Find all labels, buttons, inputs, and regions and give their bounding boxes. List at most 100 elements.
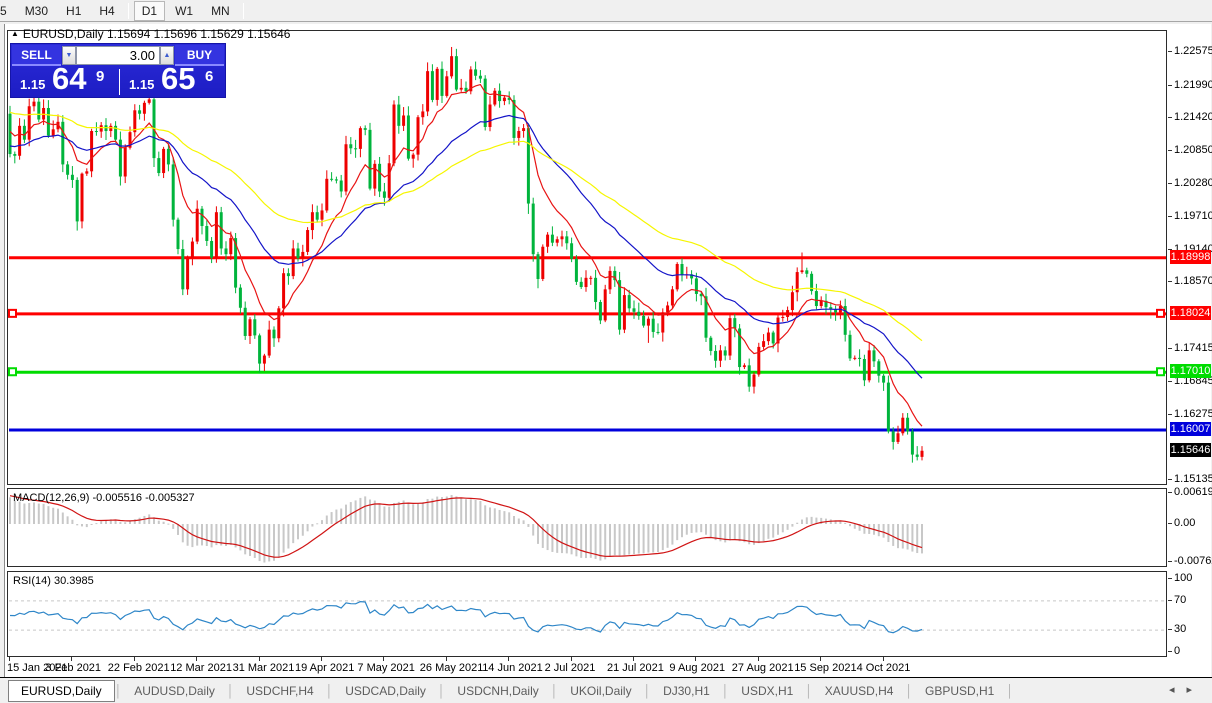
chart-tab-audusd[interactable]: AUDUSD,Daily xyxy=(122,681,227,701)
axis-tick xyxy=(1168,347,1172,349)
macd-label: MACD(12,26,9) -0.005516 -0.005327 xyxy=(13,492,195,504)
date-tick xyxy=(757,657,759,661)
axis-price-label: -0.007621 xyxy=(1174,554,1212,567)
axis-price-label: 0 xyxy=(1174,645,1181,657)
date-label: 9 Aug 2021 xyxy=(669,662,726,674)
chart-tab-usdcnh[interactable]: USDCNH,Daily xyxy=(445,681,550,701)
timeframe-button-5[interactable]: 5 xyxy=(0,1,15,21)
axis-tick xyxy=(1168,182,1172,184)
axis-price-label: 0.00 xyxy=(1174,517,1196,529)
date-axis[interactable]: 15 Jan 2021 3 Feb 2021 22 Feb 2021 12 Mar 2… xyxy=(7,657,1167,677)
tab-separator: │ xyxy=(1006,683,1014,698)
axis-price-label: 70 xyxy=(1174,593,1187,606)
price-chart-pane[interactable] xyxy=(7,30,1167,485)
date-label: 4 Oct 2021 xyxy=(856,662,911,674)
date-label: 14 Jun 2021 xyxy=(482,662,543,674)
timeframe-button-h4[interactable]: H4 xyxy=(91,1,122,21)
line-price-label: 1.18024 xyxy=(1170,305,1211,320)
axis-tick xyxy=(1168,117,1172,119)
timeframe-button-h1[interactable]: H1 xyxy=(58,1,89,21)
tab-scroll-arrows[interactable]: ◂▸ xyxy=(1169,683,1204,696)
chart-tab-eurusd[interactable]: EURUSD,Daily xyxy=(8,679,115,702)
date-tick xyxy=(633,657,634,661)
axis-tick xyxy=(1168,599,1172,601)
date-label: 19 Apr 2021 xyxy=(295,662,355,674)
axis-price-label: 1.18570 xyxy=(1174,275,1212,288)
macd-pane[interactable]: MACD(12,26,9) -0.005516 -0.005327 xyxy=(7,488,1167,567)
axis-price-label: 1.19710 xyxy=(1174,209,1212,222)
axis-price-label: 100 xyxy=(1174,572,1193,584)
tab-separator: │ xyxy=(550,683,559,698)
toolbar-separator xyxy=(127,2,129,19)
line-price-label: 1.18998 xyxy=(1170,249,1211,264)
timeframe-button-m30[interactable]: M30 xyxy=(17,1,56,21)
collapse-icon[interactable]: ▲ xyxy=(11,29,19,38)
axis-tick xyxy=(1168,560,1172,562)
axis-tick xyxy=(1168,380,1172,382)
buy-price-display[interactable]: 1.15 65 6 xyxy=(121,61,225,96)
tab-separator: │ xyxy=(226,683,235,698)
axis-tick xyxy=(1168,50,1172,52)
volume-input[interactable]: 3.00 xyxy=(76,46,160,65)
timeframe-button-mn[interactable]: MN xyxy=(203,1,238,21)
chart-tab-usdcad[interactable]: USDCAD,Daily xyxy=(333,681,438,701)
sell-price-display[interactable]: 1.15 64 9 xyxy=(12,61,116,96)
axis-price-label: 30 xyxy=(1174,623,1187,636)
axis-tick xyxy=(1168,413,1172,415)
axis-tick xyxy=(1168,578,1172,579)
date-tick xyxy=(570,657,572,661)
tab-separator: │ xyxy=(114,683,123,698)
tab-separator: │ xyxy=(805,683,813,698)
date-tick xyxy=(133,657,135,661)
axis-price-label: 1.21420 xyxy=(1174,111,1212,124)
tab-separator: │ xyxy=(325,683,334,698)
date-label: 3 Feb 2021 xyxy=(45,662,102,674)
price-axis[interactable]: 1.22575 1.21990 1.21420 1.20850 1.20280 1.197… xyxy=(1168,24,1212,677)
one-click-trade-panel: SELL ▼ 3.00 ▲ BUY 1.15 64 9 1.15 65 6 xyxy=(10,43,226,98)
chart-symbol-label: EURUSD,Daily xyxy=(22,27,104,41)
date-tick xyxy=(882,657,884,661)
axis-tick xyxy=(1168,281,1172,283)
chart-tab-ukoil[interactable]: UKOil,Daily xyxy=(558,681,643,701)
date-label: 15 Sep 2021 xyxy=(794,662,857,674)
current-price-label: 1.15646 xyxy=(1170,442,1211,457)
timeframe-button-d1[interactable]: D1 xyxy=(133,0,166,21)
trade-panel-divider xyxy=(119,69,120,95)
axis-price-label: 1.15135 xyxy=(1174,473,1212,486)
date-label: 7 May 2021 xyxy=(357,662,415,674)
date-tick xyxy=(321,657,322,661)
date-tick xyxy=(258,657,260,661)
axis-price-label: 0.006193 xyxy=(1174,486,1212,499)
date-tick xyxy=(9,657,10,661)
chart-tab-dj30[interactable]: DJ30,H1 xyxy=(651,681,722,701)
date-tick xyxy=(71,657,73,661)
tab-separator: │ xyxy=(905,683,913,698)
chart-window: ▲ EURUSD,Daily 1.15694 1.15696 1.15629 1.… xyxy=(4,24,1212,677)
tab-separator: │ xyxy=(721,683,730,698)
date-label: 22 Feb 2021 xyxy=(107,662,170,674)
date-label: 31 Mar 2021 xyxy=(232,662,295,674)
chart-tab-usdx[interactable]: USDX,H1 xyxy=(729,681,805,701)
line-price-label: 1.16007 xyxy=(1170,421,1211,436)
tab-separator: │ xyxy=(643,683,652,698)
axis-tick xyxy=(1168,492,1172,494)
tab-separator: │ xyxy=(437,683,446,698)
date-tick xyxy=(383,657,385,661)
axis-price-label: 1.20280 xyxy=(1174,176,1212,189)
rsi-pane[interactable]: RSI(14) 30.3985 xyxy=(7,571,1167,657)
chart-tab-gbpusd[interactable]: GBPUSD,H1 xyxy=(913,681,1006,701)
date-tick xyxy=(508,657,510,661)
chart-title: ▲ EURUSD,Daily 1.15694 1.15696 1.15629 1.… xyxy=(11,27,290,41)
timeframe-button-w1[interactable]: W1 xyxy=(167,1,201,21)
axis-price-label: 1.20850 xyxy=(1174,144,1212,157)
chart-ohlc-values: 1.15694 1.15696 1.15629 1.15646 xyxy=(106,27,291,41)
chart-tab-bar: EURUSD,Daily │ AUDUSD,Daily │ USDCHF,H4 │ USDC… xyxy=(0,677,1212,703)
chart-tab-usdchf[interactable]: USDCHF,H4 xyxy=(234,681,325,701)
date-label: 12 Mar 2021 xyxy=(170,662,232,674)
chart-tab-xauusd[interactable]: XAUUSD,H4 xyxy=(813,681,906,701)
timeframe-toolbar: 5 M30 H1 H4 D1 W1 MN xyxy=(0,0,1212,22)
date-tick xyxy=(695,657,697,661)
axis-tick xyxy=(1168,84,1172,86)
toolbar-separator xyxy=(242,2,244,19)
date-label: 26 May 2021 xyxy=(419,662,484,674)
